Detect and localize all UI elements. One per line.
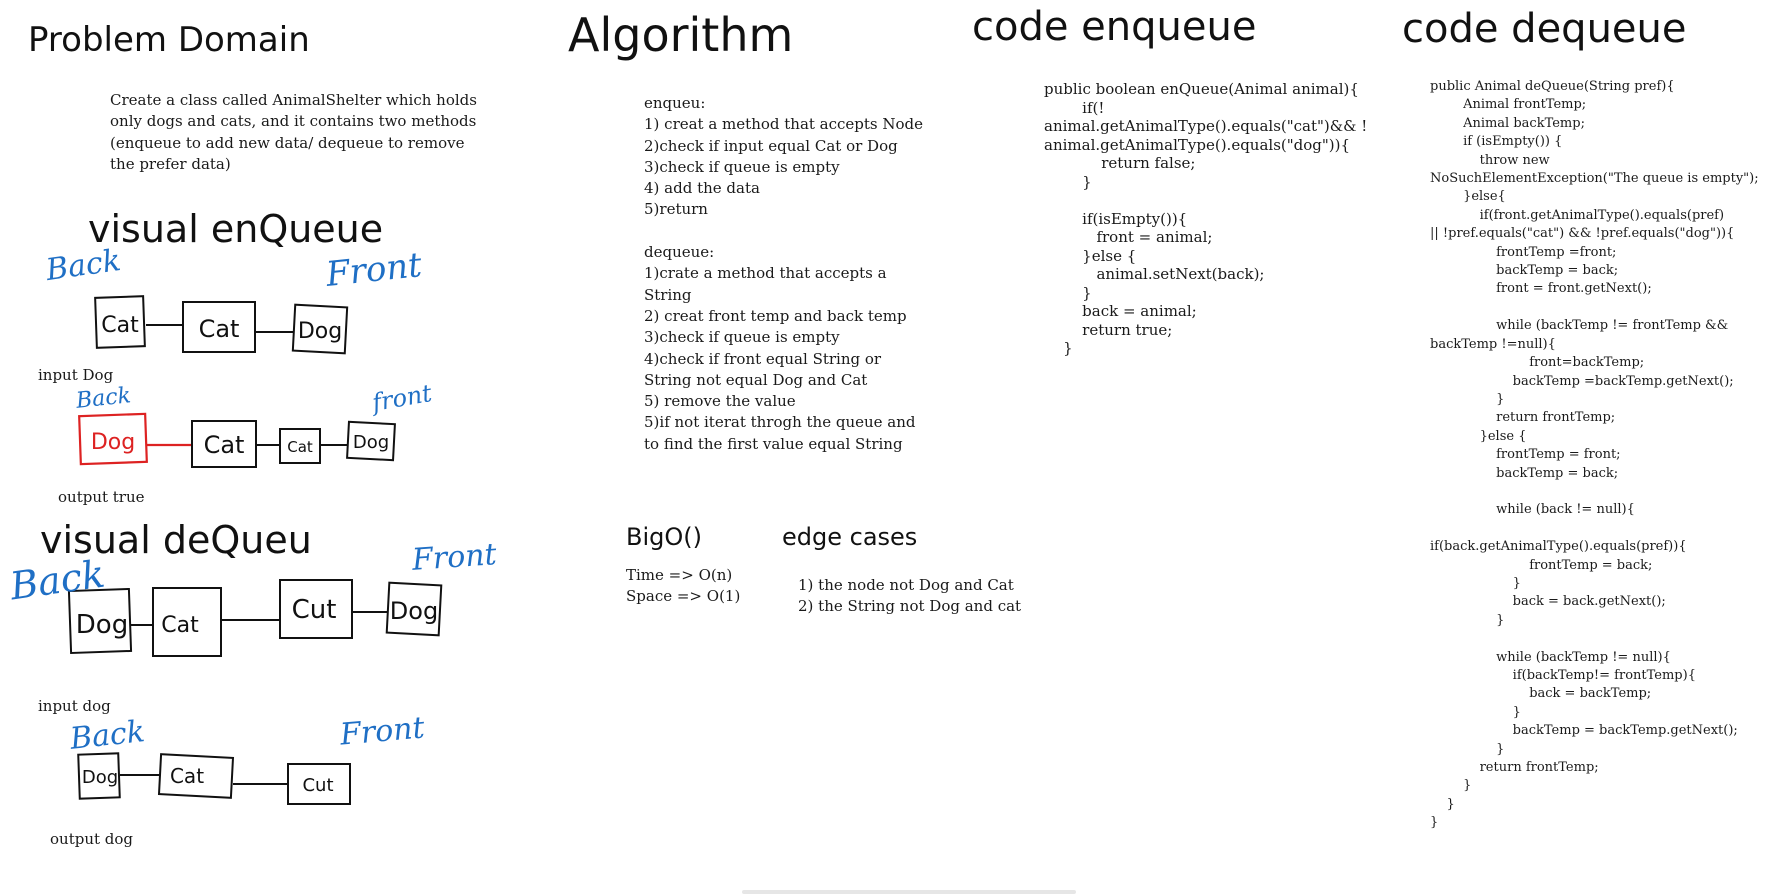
dequeue-row1-text-1: Dog — [76, 610, 128, 640]
code-enqueue-heading: code enqueue — [972, 4, 1257, 50]
enqueue-row2-text-2: Cat — [204, 431, 245, 459]
algorithm-text: enqueu: 1) creat a method that accepts N… — [644, 94, 924, 453]
enqueue-output-label: output true — [58, 488, 145, 506]
bigo-heading: BigO() — [626, 523, 702, 551]
dequeue-output-label: output dog — [50, 830, 134, 848]
enqueue-row1-text-3: Dog — [298, 319, 342, 344]
dequeue-front-label-2: Front — [338, 710, 426, 753]
dequeue-row2: Dog Cat Cut — [77, 752, 351, 805]
code-dequeue-block: public Animal deQueue(String pref){ Anim… — [1430, 79, 1759, 831]
algorithm-heading: Algorithm — [568, 8, 794, 62]
enqueue-row2-text-1: Dog — [91, 430, 135, 455]
dequeue-row1-text-4: Dog — [390, 597, 438, 625]
code-enqueue-block: public boolean enQueue(Animal animal){ i… — [1044, 80, 1368, 357]
dequeue-row1-text-2: Cat — [161, 613, 199, 638]
enqueue-row2: Dog Cat Cat Dog — [78, 412, 396, 468]
dequeue-row1-text-3: Cut — [292, 595, 337, 625]
dequeue-row2-text-3: Cut — [302, 775, 333, 796]
edge-cases-text: 1) the node not Dog and Cat 2) the Strin… — [798, 576, 1022, 616]
enqueue-row1: Cat Cat Dog — [94, 295, 349, 355]
dequeue-input-label: input dog — [38, 697, 111, 715]
dequeue-row2-text-2: Cat — [170, 764, 204, 788]
enqueue-row2-text-4: Dog — [353, 432, 389, 453]
dequeue-front-label: Front — [410, 537, 498, 578]
bigo-text: Time => O(n) Space => O(1) — [626, 566, 741, 606]
edge-cases-heading: edge cases — [782, 523, 918, 551]
enqueue-row2-text-3: Cat — [287, 438, 313, 456]
scroll-indicator — [742, 890, 1076, 894]
code-dequeue-heading: code dequeue — [1402, 6, 1687, 52]
enqueue-row1-text-1: Cat — [101, 313, 139, 338]
dequeue-row2-text-1: Dog — [82, 767, 118, 788]
dequeue-row1: Dog Cat Cut Dog — [67, 579, 443, 657]
enqueue-row1-text-2: Cat — [199, 315, 240, 343]
enqueue-input-label: input Dog — [38, 366, 114, 384]
